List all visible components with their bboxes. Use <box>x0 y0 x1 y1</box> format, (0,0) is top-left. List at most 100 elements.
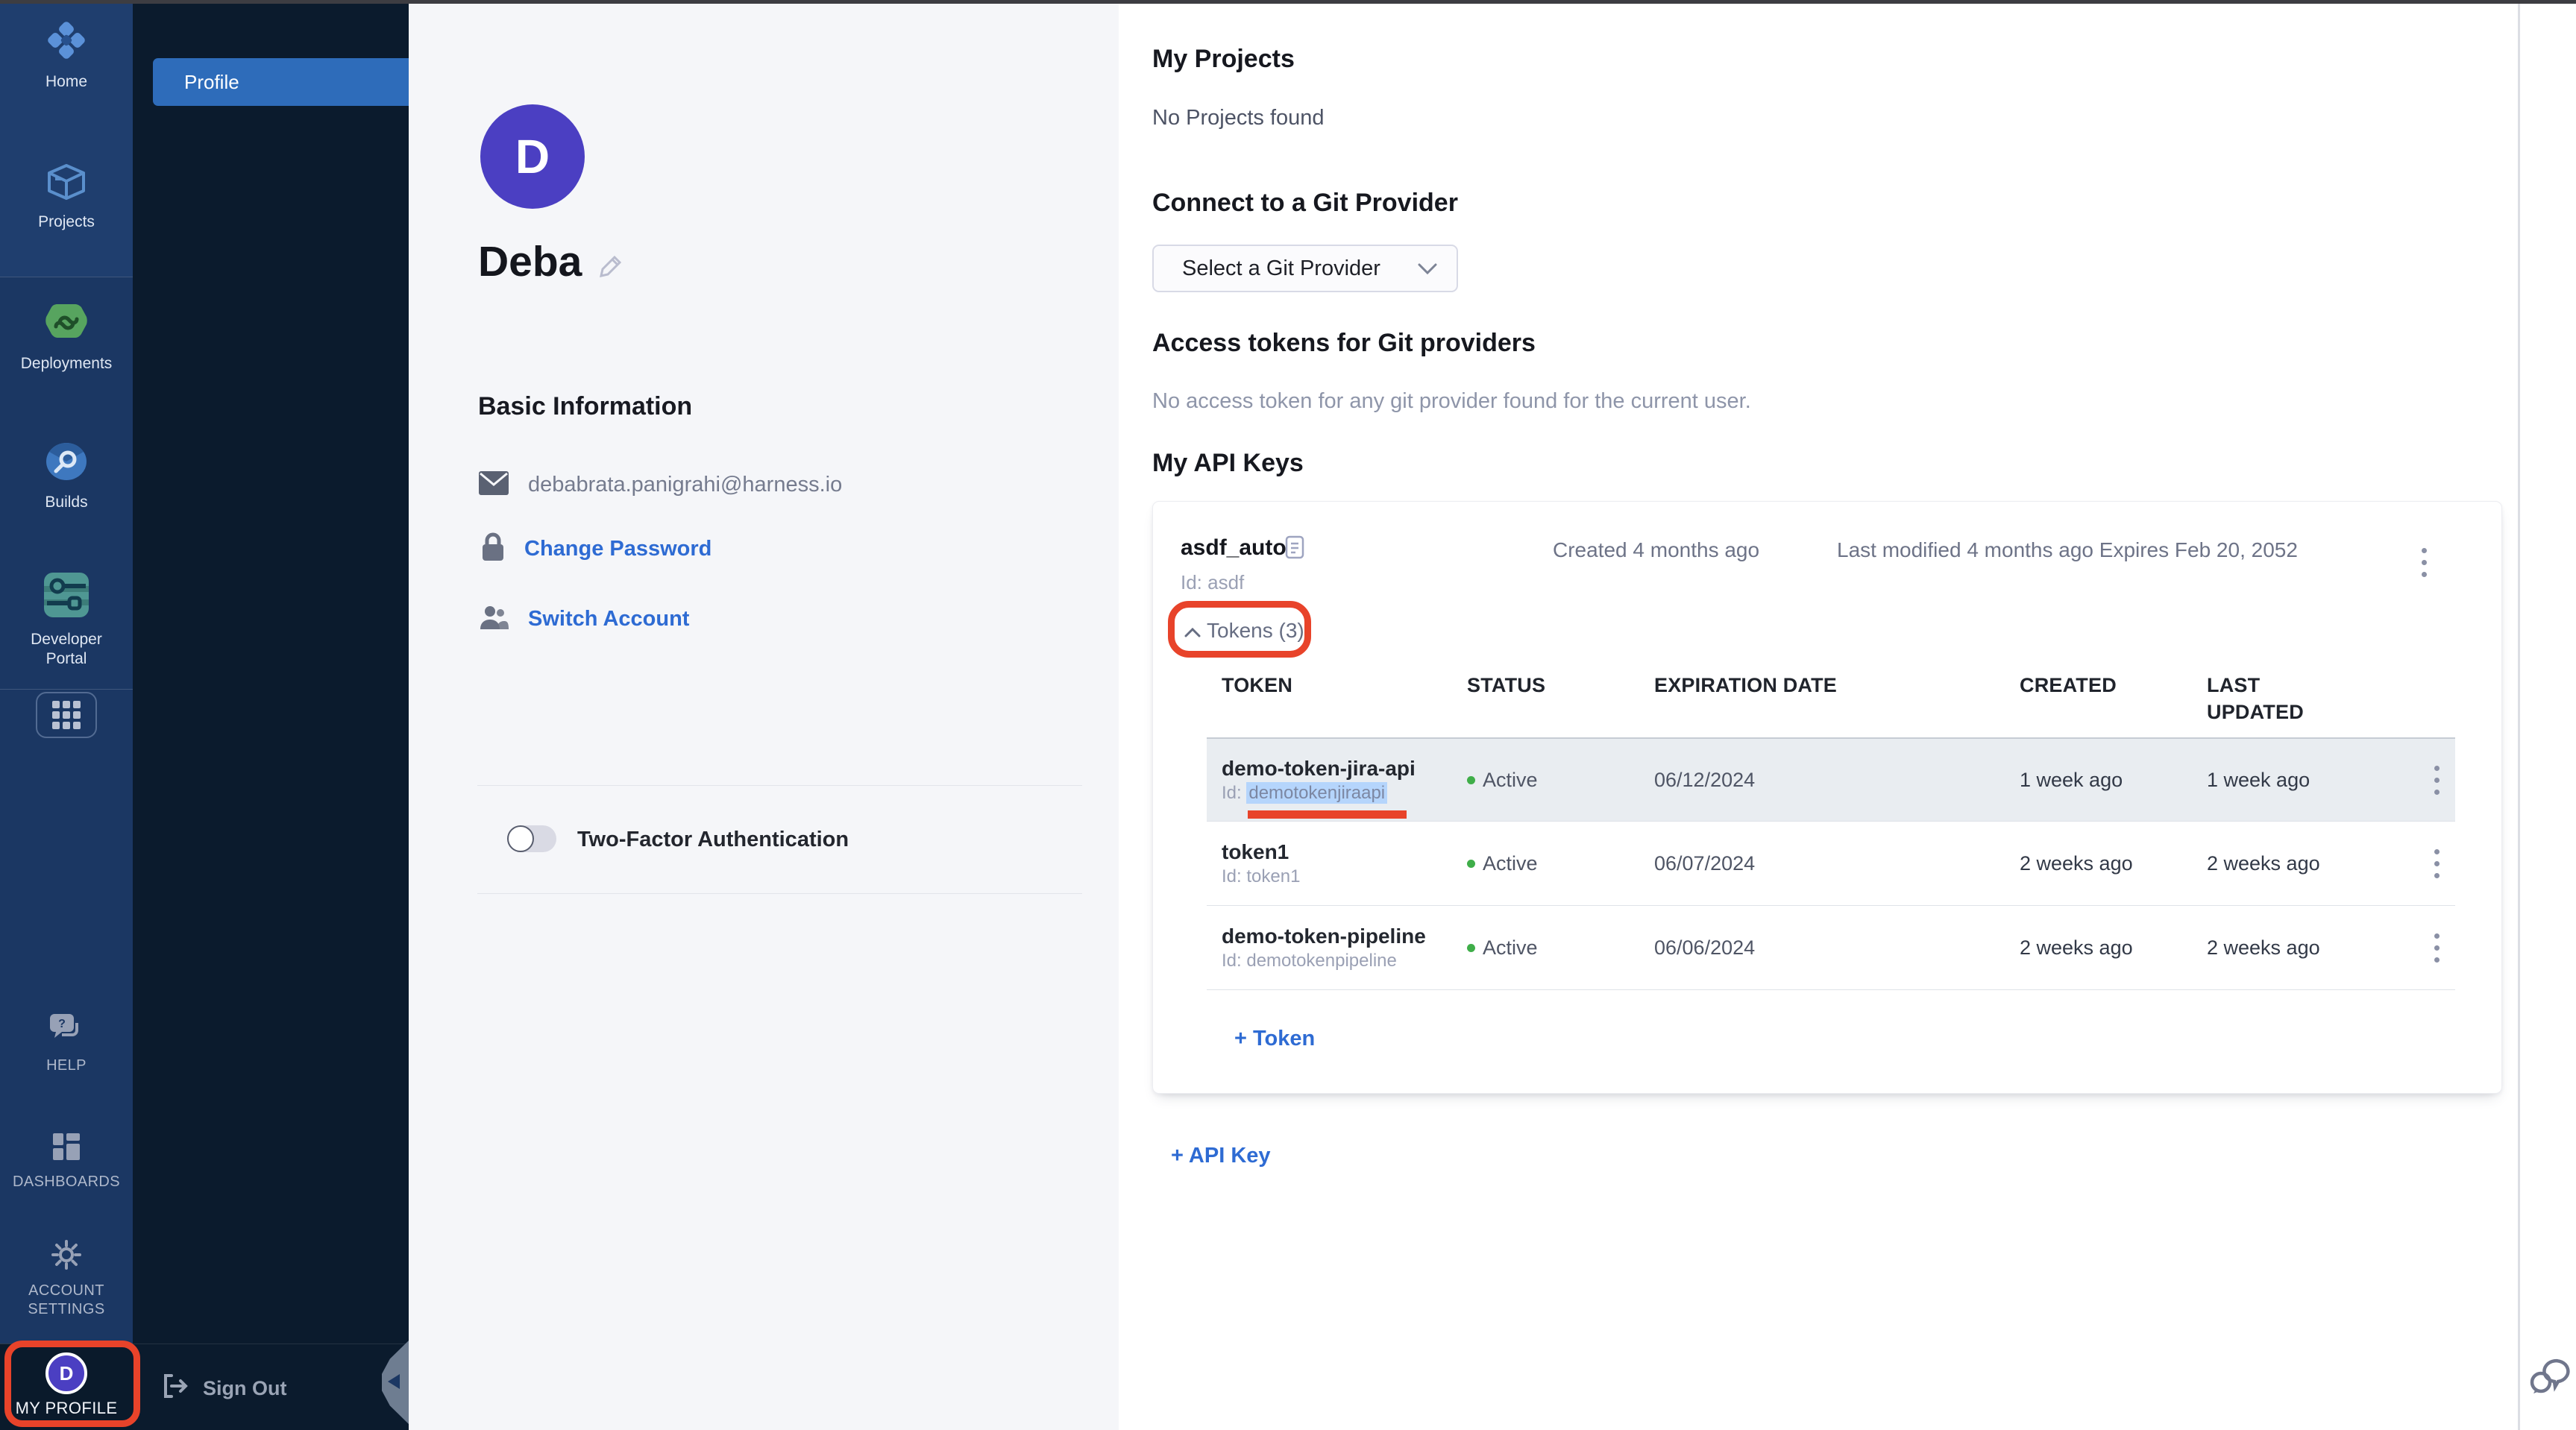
api-keys-title: My API Keys <box>1152 449 1304 478</box>
sidebar-item-projects[interactable]: Projects <box>0 163 133 232</box>
tokens-table-header: TOKEN STATUS EXPIRATION DATE CREATED LAS… <box>1207 666 2455 737</box>
tokens-table: TOKEN STATUS EXPIRATION DATE CREATED LAS… <box>1207 666 2455 990</box>
updated-at: 2 weeks ago <box>2207 852 2418 875</box>
envelope-icon <box>479 471 509 499</box>
table-row[interactable]: demo-token-pipeline Id: demotokenpipelin… <box>1207 906 2455 990</box>
profile-name: Deba <box>478 237 582 286</box>
add-token-button[interactable]: + Token <box>1234 1027 1315 1051</box>
status-dot <box>1467 944 1475 952</box>
token-name: demo-token-pipeline <box>1222 923 1467 950</box>
svg-text:?: ? <box>58 1018 66 1030</box>
sign-out-label: Sign Out <box>203 1377 286 1400</box>
status-badge: Active <box>1467 936 1654 960</box>
sidebar-item-label: ACCOUNT SETTINGS <box>7 1282 126 1319</box>
sidebar-item-label: Projects <box>38 212 95 232</box>
sidebar-item-help[interactable]: ? HELP <box>0 1012 133 1075</box>
token-id-label: Id: <box>1222 951 1242 971</box>
sidebar-item-deployments[interactable]: Deployments <box>0 303 133 374</box>
add-api-key-button[interactable]: + API Key <box>1171 1144 1271 1168</box>
people-icon <box>479 604 509 634</box>
api-key-created: Created 4 months ago <box>1553 538 1759 562</box>
tokens-expand-toggle[interactable]: Tokens (3) <box>1184 619 1304 643</box>
sidebar-item-account-settings[interactable]: ACCOUNT SETTINGS <box>0 1239 133 1319</box>
menu-item-profile[interactable]: Profile <box>153 58 409 106</box>
token-menu-button[interactable] <box>2418 766 2455 795</box>
chat-help-button[interactable] <box>2528 1355 2572 1399</box>
grid-icon <box>52 701 81 729</box>
dashboards-icon <box>51 1132 81 1165</box>
column-header-token: TOKEN <box>1207 672 1467 699</box>
sidebar-item-my-profile[interactable]: D MY PROFILE <box>0 1352 133 1417</box>
token-name: token1 <box>1222 839 1467 866</box>
switch-account-link[interactable]: Switch Account <box>528 607 689 631</box>
copy-icon[interactable] <box>1285 535 1304 563</box>
gear-icon <box>51 1239 82 1274</box>
sign-out-icon <box>161 1373 188 1405</box>
sidebar-item-home[interactable]: Home <box>0 19 133 92</box>
sign-out-button[interactable]: Sign Out <box>161 1370 286 1406</box>
sidebar-item-dashboards[interactable]: DASHBOARDS <box>0 1132 133 1191</box>
annotation-underline-token-id <box>1248 810 1407 819</box>
harness-logo-icon <box>45 19 87 65</box>
deployments-infinity-icon <box>45 303 88 347</box>
profile-column <box>409 4 1119 1430</box>
created-at: 2 weeks ago <box>2020 852 2207 875</box>
api-key-name: asdf_auto <box>1181 535 1287 561</box>
tokens-toggle-label: Tokens (3) <box>1207 619 1304 643</box>
change-password-link[interactable]: Change Password <box>524 537 711 561</box>
profile-avatar: D <box>480 104 585 209</box>
status-dot <box>1467 860 1475 868</box>
user-email: debabrata.panigrahi@harness.io <box>528 473 842 497</box>
api-key-menu-button[interactable] <box>2422 548 2427 577</box>
builds-icon <box>45 441 88 485</box>
sidebar-item-label: MY PROFILE <box>16 1399 118 1417</box>
sidebar-item-label: HELP <box>46 1056 87 1075</box>
token-menu-button[interactable] <box>2418 849 2455 878</box>
sidebar-item-developer-portal[interactable]: Developer Portal <box>0 571 133 669</box>
updated-at: 1 week ago <box>2207 769 2418 792</box>
git-provider-select-value: Select a Git Provider <box>1182 256 1380 281</box>
git-provider-select[interactable]: Select a Git Provider <box>1152 245 1458 292</box>
token-menu-button[interactable] <box>2418 933 2455 963</box>
divider <box>477 785 1082 786</box>
two-factor-toggle[interactable] <box>507 825 556 852</box>
two-factor-label: Two-Factor Authentication <box>577 828 849 852</box>
scrollbar-edge <box>2518 4 2520 1430</box>
table-row[interactable]: token1 Id: token1 Active 06/07/2024 2 we… <box>1207 822 2455 906</box>
edit-name-icon[interactable] <box>598 253 623 283</box>
created-at: 1 week ago <box>2020 769 2207 792</box>
chevron-down-icon <box>1418 256 1437 281</box>
table-row[interactable]: demo-token-jira-api Id: demotokenjiraapi… <box>1207 737 2455 822</box>
token-name: demo-token-jira-api <box>1222 755 1467 782</box>
module-grid-button[interactable] <box>36 692 97 738</box>
status-dot <box>1467 776 1475 784</box>
sidebar-item-label: Developer Portal <box>10 630 122 669</box>
cube-icon <box>46 163 87 205</box>
email-row: debabrata.panigrahi@harness.io <box>479 471 842 499</box>
sidebar-item-builds[interactable]: Builds <box>0 441 133 512</box>
no-access-tokens-text: No access token for any git provider fou… <box>1152 389 1751 414</box>
access-tokens-title: Access tokens for Git providers <box>1152 329 1536 358</box>
sidebar-item-label: DASHBOARDS <box>13 1173 120 1191</box>
lock-icon <box>481 532 505 566</box>
secondary-panel <box>133 0 409 1430</box>
token-id-value: token1 <box>1246 866 1300 886</box>
column-header-created: CREATED <box>2020 672 2207 699</box>
avatar: D <box>45 1352 87 1394</box>
my-projects-title: My Projects <box>1152 45 1295 74</box>
token-id-label: Id: <box>1222 866 1242 886</box>
menu-item-label: Profile <box>153 71 239 94</box>
token-id-label: Id: <box>1222 783 1242 803</box>
api-key-id: Id: asdf <box>1181 571 1244 594</box>
updated-at: 2 weeks ago <box>2207 936 2418 960</box>
created-at: 2 weeks ago <box>2020 936 2207 960</box>
switch-account-row[interactable]: Switch Account <box>479 604 689 634</box>
divider <box>477 893 1082 894</box>
developer-portal-icon <box>43 571 90 623</box>
api-key-modified: Last modified 4 months ago Expires Feb 2… <box>1837 538 2298 562</box>
no-projects-text: No Projects found <box>1152 106 1325 130</box>
sidebar-item-label: Home <box>45 72 87 92</box>
column-header-updated: LAST UPDATED <box>2207 672 2326 725</box>
status-badge: Active <box>1467 852 1654 875</box>
change-password-row[interactable]: Change Password <box>481 532 711 566</box>
